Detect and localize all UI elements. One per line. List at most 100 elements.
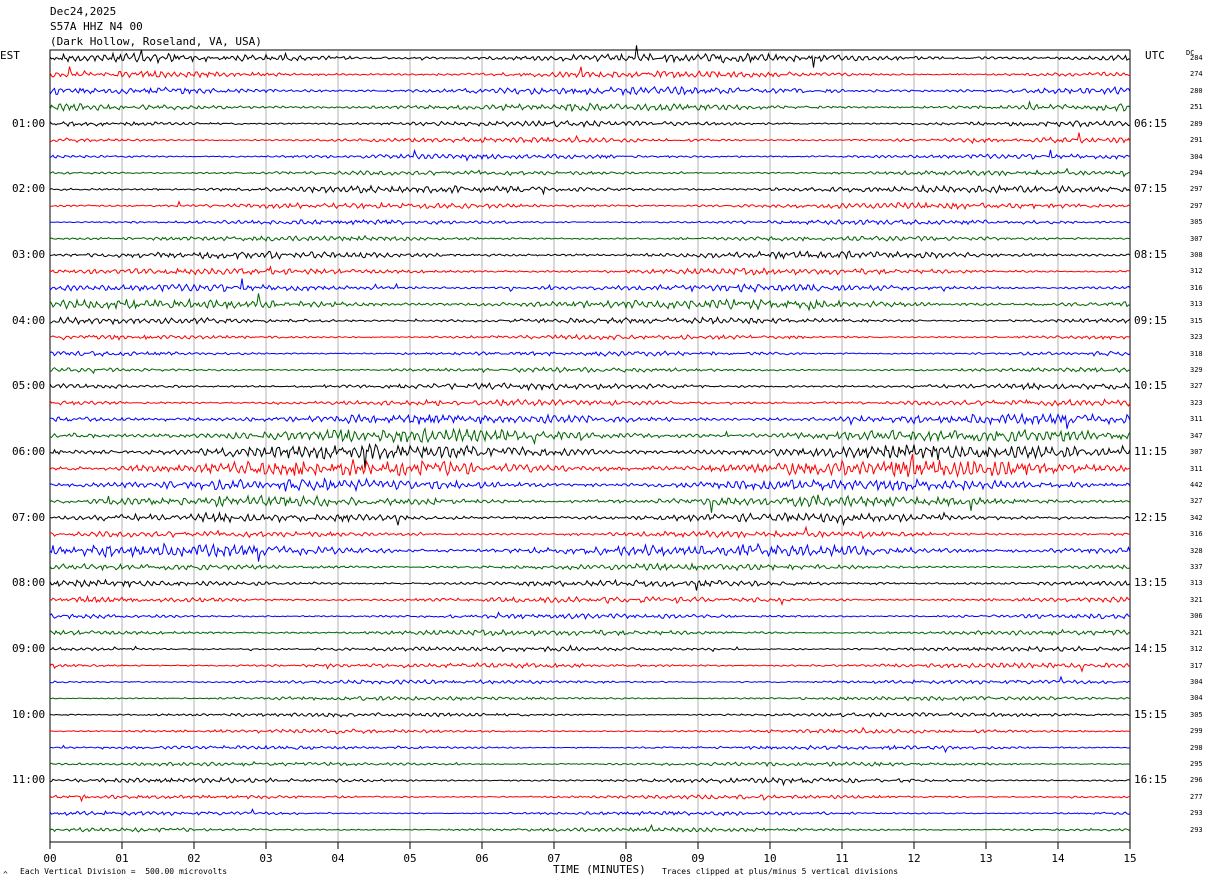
y-tick-label-left: 10:00 bbox=[12, 707, 46, 721]
dc-offset-label: 317 bbox=[1190, 661, 1203, 670]
trace-line bbox=[50, 412, 1131, 429]
trace-line bbox=[49, 316, 1131, 326]
trace-line bbox=[49, 66, 1131, 79]
dc-offset-label: 327 bbox=[1190, 497, 1203, 506]
dc-offset-label: 328 bbox=[1190, 546, 1203, 555]
trace-line bbox=[49, 695, 1131, 702]
dc-offset-label: 305 bbox=[1190, 218, 1203, 227]
trace-line bbox=[49, 776, 1131, 787]
y-tick-label-left: 05:00 bbox=[12, 379, 46, 393]
dc-offset-label: 312 bbox=[1190, 645, 1203, 654]
trace-line bbox=[49, 184, 1131, 196]
dc-offset-label: 313 bbox=[1190, 300, 1203, 309]
y-tick-label-right: 13:15 bbox=[1134, 576, 1168, 590]
trace-line bbox=[49, 628, 1131, 637]
dc-offset-label: 318 bbox=[1190, 349, 1203, 358]
trace-line bbox=[49, 119, 1131, 128]
dc-offset-label: 321 bbox=[1190, 595, 1203, 604]
trace-line bbox=[49, 265, 1131, 276]
y-tick-label-left: 08:00 bbox=[12, 576, 46, 590]
trace-line bbox=[49, 644, 1131, 653]
x-tick-label: 01 bbox=[115, 852, 129, 865]
dc-offset-label: 294 bbox=[1190, 168, 1203, 177]
dc-offset-label: 298 bbox=[1190, 743, 1203, 752]
trace-line bbox=[49, 662, 1131, 673]
dc-offset-label: 304 bbox=[1190, 694, 1203, 703]
y-tick-label-right: 15:15 bbox=[1134, 707, 1168, 721]
dc-offset-label: 293 bbox=[1190, 825, 1203, 834]
trace-line bbox=[49, 382, 1131, 392]
dc-offset-label: 323 bbox=[1190, 398, 1203, 407]
trace-line bbox=[49, 744, 1131, 754]
dc-offset-label: 327 bbox=[1190, 382, 1203, 391]
x-tick-label: 11 bbox=[835, 852, 849, 865]
dc-offset-label: 312 bbox=[1190, 267, 1203, 276]
dc-offset-label: 289 bbox=[1190, 119, 1203, 128]
dc-offset-label: 308 bbox=[1190, 251, 1203, 260]
trace-line bbox=[49, 494, 1131, 513]
x-tick-label: 00 bbox=[43, 852, 57, 865]
dc-offset-label: 293 bbox=[1190, 809, 1203, 818]
plot-frame bbox=[49, 49, 1131, 843]
x-axis-title: TIME (MINUTES) bbox=[553, 863, 646, 876]
y-tick-label-right: 16:15 bbox=[1134, 773, 1168, 787]
x-tick-label: 10 bbox=[763, 852, 777, 865]
trace-line bbox=[49, 511, 1131, 527]
trace-line bbox=[49, 712, 1131, 718]
dc-offset-label: 342 bbox=[1190, 513, 1203, 522]
trace-line bbox=[49, 350, 1131, 357]
y-tick-label-left: 01:00 bbox=[12, 116, 46, 130]
trace-line bbox=[49, 426, 1131, 446]
scale-note: Each Vertical Division = 500.00 microvol… bbox=[20, 867, 228, 876]
dc-offset-label: 311 bbox=[1190, 415, 1203, 424]
dc-offset-label: 321 bbox=[1190, 628, 1203, 637]
y-tick-label-left: 11:00 bbox=[12, 773, 46, 787]
dc-offset-label: 323 bbox=[1190, 333, 1203, 342]
trace-line bbox=[49, 477, 1131, 493]
trace-line bbox=[49, 823, 1131, 833]
y-tick-label-right: 08:15 bbox=[1134, 248, 1168, 262]
dc-offset-label: 316 bbox=[1190, 283, 1203, 292]
trace-line bbox=[49, 675, 1131, 685]
trace-line bbox=[49, 278, 1131, 294]
x-tick-label: 02 bbox=[187, 852, 201, 865]
dc-offset-label: 311 bbox=[1190, 464, 1203, 473]
dc-offset-label: 295 bbox=[1190, 760, 1203, 769]
dc-offset-label: 304 bbox=[1190, 677, 1203, 686]
trace-line bbox=[49, 794, 1131, 803]
x-tick-label: 09 bbox=[691, 852, 705, 865]
x-tick-label: 12 bbox=[907, 852, 921, 865]
dc-offset-label: 280 bbox=[1190, 86, 1203, 95]
dc-offset-label: 305 bbox=[1190, 710, 1203, 719]
dc-offset-label: 251 bbox=[1190, 103, 1203, 112]
y-tick-label-left: 06:00 bbox=[12, 445, 46, 459]
y-tick-label-right: 11:15 bbox=[1134, 445, 1168, 459]
dc-offset-label: 337 bbox=[1190, 563, 1203, 572]
y-tick-label-right: 14:15 bbox=[1134, 642, 1168, 656]
trace-line bbox=[49, 578, 1131, 591]
dc-offset-label: 277 bbox=[1190, 792, 1203, 801]
trace-line bbox=[49, 132, 1131, 145]
trace-line bbox=[49, 562, 1131, 572]
dc-offset-label: 284 bbox=[1190, 54, 1203, 62]
y-tick-label-right: 10:15 bbox=[1134, 379, 1168, 393]
dc-offset-label: 315 bbox=[1190, 316, 1203, 325]
trace-line bbox=[49, 542, 1131, 562]
y-tick-label-left: 07:00 bbox=[12, 510, 46, 524]
x-tick-label: 06 bbox=[475, 852, 489, 865]
dc-offset-label: 297 bbox=[1190, 185, 1203, 194]
y-tick-label-left: 02:00 bbox=[12, 182, 46, 196]
clip-note: Traces clipped at plus/minus 5 vertical … bbox=[662, 867, 899, 876]
trace-line bbox=[49, 611, 1131, 621]
x-tick-label: 15 bbox=[1123, 852, 1137, 865]
dc-offset-label: 296 bbox=[1190, 776, 1203, 785]
trace-line bbox=[49, 234, 1131, 242]
dc-offset-label: 306 bbox=[1190, 612, 1203, 621]
trace-line bbox=[49, 366, 1131, 375]
trace-line bbox=[49, 45, 1131, 68]
y-tick-label-left: 03:00 bbox=[12, 248, 46, 262]
dc-offset-label: 297 bbox=[1190, 201, 1203, 210]
y-tick-label-right: 12:15 bbox=[1134, 510, 1168, 524]
y-tick-label-right: 09:15 bbox=[1134, 313, 1168, 327]
dc-offset-label: 307 bbox=[1190, 448, 1203, 457]
